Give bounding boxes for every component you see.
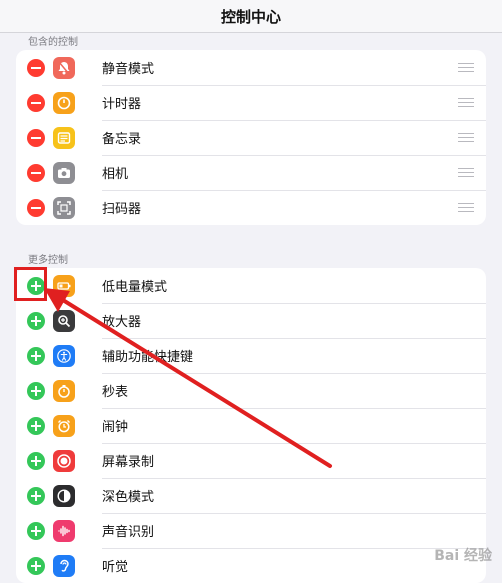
add-button[interactable] <box>27 486 45 505</box>
item-label: 秒表 <box>102 385 129 400</box>
bell-slash-icon <box>53 56 75 79</box>
item-label: 屏幕录制 <box>102 455 155 470</box>
included-controls-list: 静音模式 计时器 备忘录 相机 扫码器 <box>16 50 486 225</box>
screen-record-icon <box>53 449 75 472</box>
list-item-dark-mode[interactable]: 深色模式 <box>16 478 486 513</box>
notes-icon <box>53 126 75 149</box>
reorder-handle-icon[interactable] <box>458 202 474 213</box>
magnifier-icon <box>53 309 75 332</box>
page-title: 控制中心 <box>0 0 502 33</box>
add-button[interactable] <box>27 556 45 575</box>
list-item-hearing[interactable]: 听觉 <box>16 548 486 583</box>
included-section-label: 包含的控制 <box>28 37 78 48</box>
add-button[interactable] <box>27 311 45 330</box>
remove-button[interactable] <box>27 198 45 217</box>
list-item-timer[interactable]: 计时器 <box>16 85 486 120</box>
item-label: 低电量模式 <box>102 280 168 295</box>
add-button[interactable] <box>27 451 45 470</box>
list-item-silent-mode[interactable]: 静音模式 <box>16 50 486 85</box>
item-label: 计时器 <box>102 97 142 112</box>
reorder-handle-icon[interactable] <box>458 62 474 73</box>
list-item-low-power-mode[interactable]: 低电量模式 <box>16 268 486 303</box>
add-button[interactable] <box>27 521 45 540</box>
alarm-icon <box>53 414 75 437</box>
accessibility-icon <box>53 344 75 367</box>
item-label: 声音识别 <box>102 525 155 540</box>
item-label: 静音模式 <box>102 62 155 77</box>
list-item-code-scanner[interactable]: 扫码器 <box>16 190 486 225</box>
list-item-screen-recording[interactable]: 屏幕录制 <box>16 443 486 478</box>
remove-button[interactable] <box>27 58 45 77</box>
item-label: 听觉 <box>102 560 129 575</box>
camera-icon <box>53 161 75 184</box>
remove-button[interactable] <box>27 93 45 112</box>
stopwatch-icon <box>53 379 75 402</box>
item-label: 辅助功能快捷键 <box>102 350 194 365</box>
qr-scanner-icon <box>53 196 75 219</box>
highlight-box <box>14 267 47 301</box>
list-item-sound-recognition[interactable]: 声音识别 <box>16 513 486 548</box>
item-label: 深色模式 <box>102 490 155 505</box>
item-label: 备忘录 <box>102 132 142 147</box>
reorder-handle-icon[interactable] <box>458 132 474 143</box>
item-label: 放大器 <box>102 315 142 330</box>
list-item-camera[interactable]: 相机 <box>16 155 486 190</box>
list-item-notes[interactable]: 备忘录 <box>16 120 486 155</box>
remove-button[interactable] <box>27 163 45 182</box>
more-section-label: 更多控制 <box>28 255 68 266</box>
item-label: 相机 <box>102 167 129 182</box>
list-item-magnifier[interactable]: 放大器 <box>16 303 486 338</box>
sound-recognition-icon <box>53 519 75 542</box>
more-controls-list: 低电量模式 放大器 辅助功能快捷键 秒表 闹钟 屏幕录制 深色模式 声音识别 听… <box>16 268 486 583</box>
list-item-stopwatch[interactable]: 秒表 <box>16 373 486 408</box>
dark-mode-icon <box>53 484 75 507</box>
list-item-accessibility-shortcut[interactable]: 辅助功能快捷键 <box>16 338 486 373</box>
add-button[interactable] <box>27 381 45 400</box>
hearing-icon <box>53 554 75 577</box>
add-button[interactable] <box>27 346 45 365</box>
remove-button[interactable] <box>27 128 45 147</box>
item-label: 扫码器 <box>102 202 142 217</box>
watermark: Bai 经验 <box>434 548 492 564</box>
reorder-handle-icon[interactable] <box>458 167 474 178</box>
add-button[interactable] <box>27 416 45 435</box>
timer-icon <box>53 91 75 114</box>
battery-icon <box>53 274 75 297</box>
reorder-handle-icon[interactable] <box>458 97 474 108</box>
item-label: 闹钟 <box>102 420 129 435</box>
list-item-alarm[interactable]: 闹钟 <box>16 408 486 443</box>
